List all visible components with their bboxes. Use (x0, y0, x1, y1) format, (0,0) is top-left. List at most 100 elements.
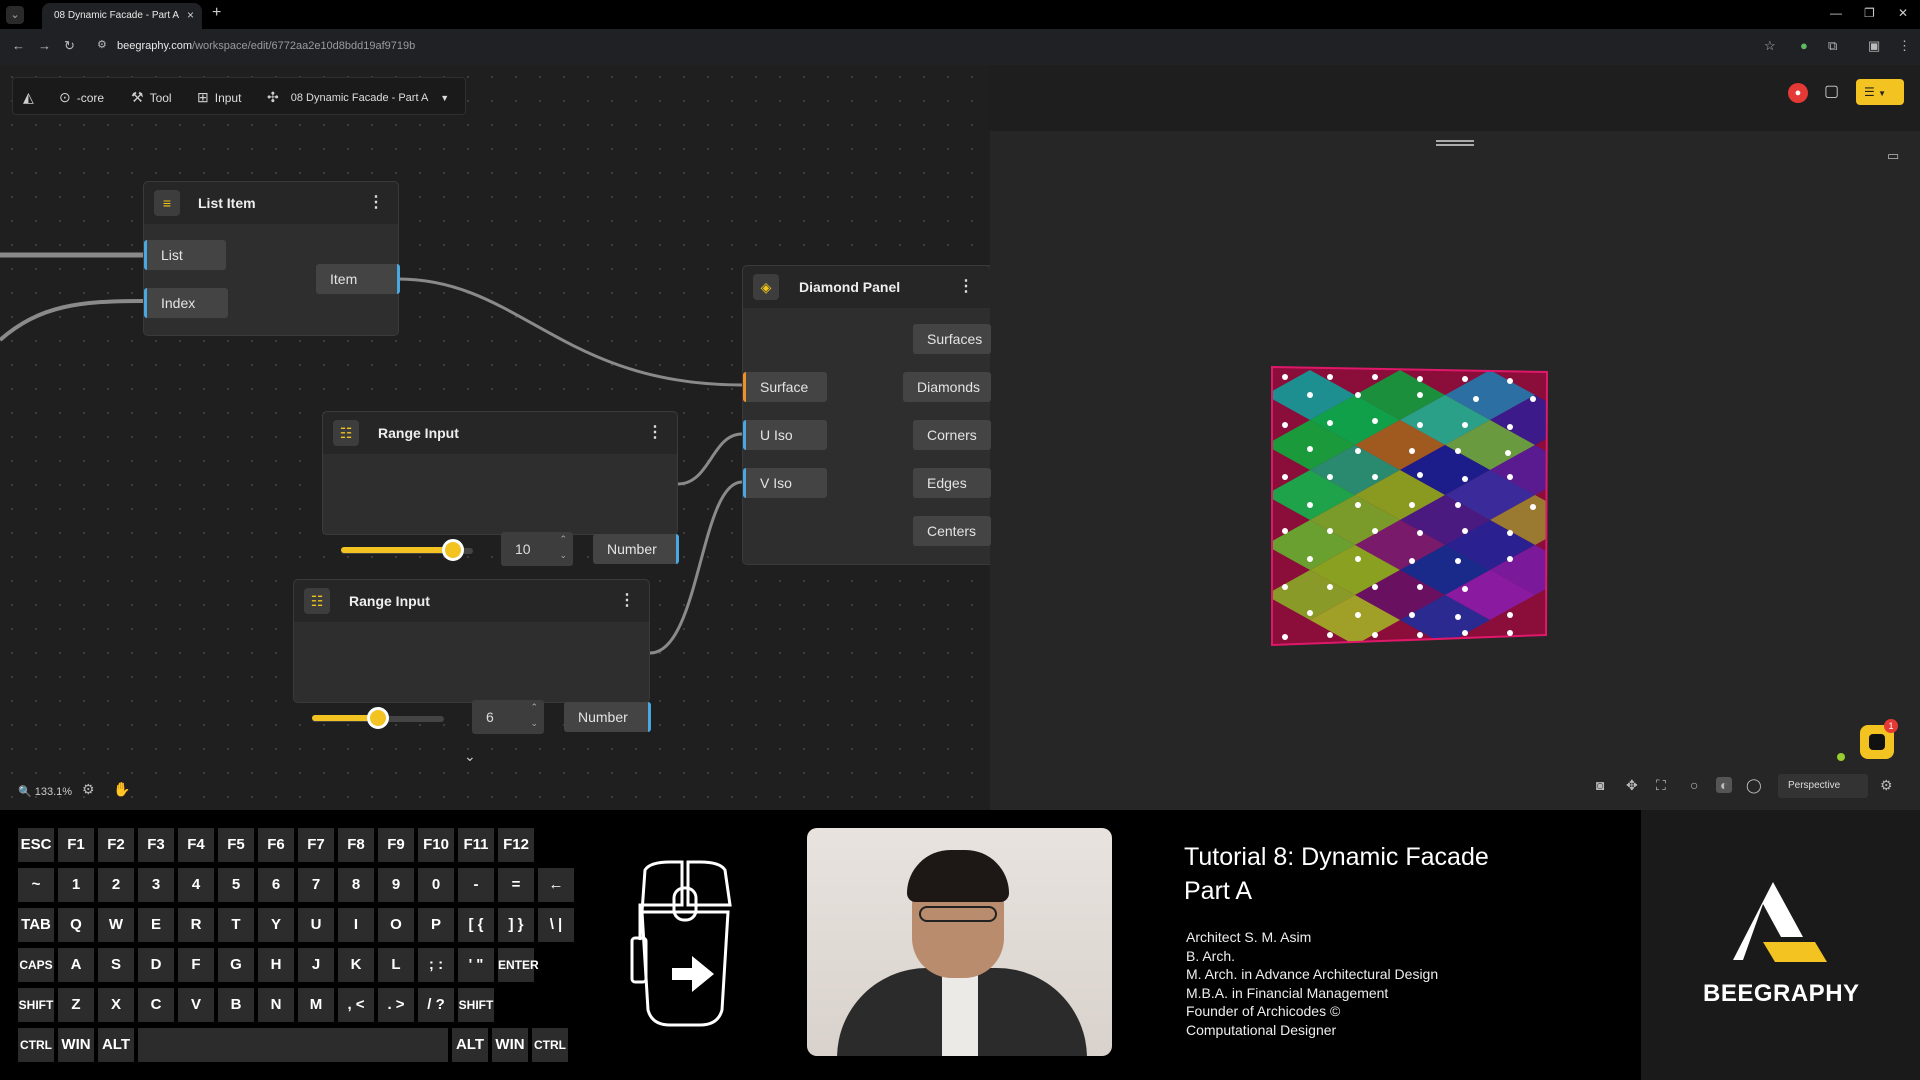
presenter-hair (907, 850, 1009, 902)
node-list-item[interactable]: ≡ List Item ⋮ List Index Item (143, 181, 400, 336)
port-corners[interactable]: Corners (913, 420, 991, 450)
grammarly-icon[interactable]: ● (1800, 38, 1808, 53)
rendered-icon[interactable]: ◯ (1746, 777, 1762, 794)
fullscreen-icon[interactable]: ⛶ (1656, 777, 1666, 794)
chat-icon[interactable]: ▢ (1824, 81, 1839, 101)
key: / ? (418, 988, 454, 1022)
site-info-icon[interactable]: ⚙ (97, 38, 107, 51)
port-number[interactable]: Number (564, 702, 651, 732)
key: SHIFT (18, 988, 54, 1022)
node-menu-icon[interactable]: ⋮ (368, 192, 384, 212)
key: F8 (338, 828, 374, 862)
node-range-input[interactable]: ☷ Range Input ⋮ 6 ⌃ ⌄ Number ⌄ (293, 579, 651, 764)
port-diamonds[interactable]: Diamonds (903, 372, 991, 402)
key: E (138, 908, 174, 942)
node-range-input[interactable]: ☷ Range Input ⋮ 10 ⌃ ⌄ Number ⌄ (322, 411, 679, 596)
port-v-iso[interactable]: V Iso (743, 468, 827, 498)
pan-icon[interactable]: ✥ (1626, 777, 1638, 794)
sliders-icon: ☷ (333, 420, 359, 446)
expand-chevron-down-icon[interactable]: ⌄ (464, 748, 476, 765)
star-icon[interactable]: ☆ (1764, 38, 1776, 54)
key (138, 1028, 448, 1062)
reload-icon[interactable]: ↻ (64, 38, 75, 54)
key: 6 (258, 868, 294, 902)
node-diamond-panel[interactable]: ◈ Diamond Panel ⋮ Surface U Iso V Iso Su… (742, 265, 991, 565)
node-menu-icon[interactable]: ⋮ (958, 276, 974, 296)
extensions-icon[interactable]: ⧉ (1828, 38, 1837, 54)
node-title: Range Input (378, 425, 459, 441)
spin-down-icon[interactable]: ⌄ (530, 706, 538, 740)
key: [ { (458, 908, 494, 942)
node-title: Diamond Panel (799, 279, 901, 295)
zoom-value: 133.1% (34, 786, 73, 798)
key: CAPS (18, 948, 54, 982)
key: J (298, 948, 334, 982)
port-centers[interactable]: Centers (913, 516, 991, 546)
key: . > (378, 988, 414, 1022)
key: Z (58, 988, 94, 1022)
viewport-image-icon[interactable]: ▭ (1887, 148, 1899, 164)
forward-icon[interactable]: → (38, 38, 51, 53)
port-surfaces[interactable]: Surfaces (913, 324, 991, 354)
gear-icon[interactable]: ⚙ (1880, 777, 1893, 794)
url-input[interactable]: beegraphy.com/workspace/edit/6772aa2e10d… (117, 40, 415, 52)
port-edges[interactable]: Edges (913, 468, 991, 498)
wireframe-icon[interactable]: ○ (1690, 777, 1698, 793)
slider-thumb[interactable] (367, 707, 389, 729)
key: 0 (418, 868, 454, 902)
key: F11 (458, 828, 494, 862)
minimize-icon[interactable]: — (1830, 6, 1842, 20)
key: O (378, 908, 414, 942)
port-u-iso[interactable]: U Iso (743, 420, 827, 450)
node-menu-icon[interactable]: ⋮ (647, 422, 663, 442)
new-tab-plus-icon[interactable]: + (212, 4, 221, 22)
credit-line: Architect S. M. Asim (1186, 929, 1312, 945)
node-header: ☷ Range Input ⋮ (323, 412, 677, 454)
browser-tab[interactable]: 08 Dynamic Facade - Part A × (42, 3, 202, 29)
camera-icon[interactable]: ◙ (1596, 777, 1604, 793)
menu-icon[interactable]: ⋮ (1898, 38, 1911, 54)
number-input[interactable]: 6 ⌃ ⌄ (472, 700, 544, 734)
user-icon[interactable]: ● (1788, 83, 1808, 103)
key: R (178, 908, 214, 942)
spin-down-icon[interactable]: ⌄ (559, 538, 567, 572)
support-chat-button[interactable]: 1 (1860, 719, 1898, 759)
key: Y (258, 908, 294, 942)
viewport-resize-handle[interactable] (1436, 140, 1474, 146)
number-value: 6 (486, 709, 494, 725)
key: TAB (18, 908, 54, 942)
gear-icon[interactable]: ⚙ (82, 781, 95, 798)
hand-icon[interactable]: ✋ (113, 781, 130, 798)
number-input[interactable]: 10 ⌃ ⌄ (501, 532, 573, 566)
key: L (378, 948, 414, 982)
key: CTRL (18, 1028, 54, 1062)
view-mode-select[interactable]: Perspective (1778, 774, 1868, 798)
port-number[interactable]: Number (593, 534, 679, 564)
shaded-icon[interactable]: ◐ (1716, 777, 1733, 793)
node-header: ☷ Range Input ⋮ (294, 580, 649, 622)
key: ← (538, 868, 574, 902)
back-icon[interactable]: ← (12, 38, 25, 53)
zoom-level[interactable]: 🔍 133.1% (18, 785, 72, 798)
key: U (298, 908, 334, 942)
node-menu-icon[interactable]: ⋮ (619, 590, 635, 610)
node-header: ◈ Diamond Panel ⋮ (743, 266, 990, 308)
tab-close-icon[interactable]: × (187, 8, 194, 22)
port-surface[interactable]: Surface (743, 372, 827, 402)
window-close-icon[interactable]: ✕ (1898, 6, 1908, 20)
mouse-icon (630, 860, 732, 1027)
tab-list-chevron-down-icon[interactable]: ⌄ (6, 6, 24, 24)
key: ] } (498, 908, 534, 942)
layers-menu-button[interactable]: ☰ ▼ (1856, 79, 1904, 105)
axis-gizmo[interactable] (1837, 753, 1845, 761)
key: F5 (218, 828, 254, 862)
key: K (338, 948, 374, 982)
port-index[interactable]: Index (144, 288, 228, 318)
port-list[interactable]: List (144, 240, 226, 270)
key: 3 (138, 868, 174, 902)
profile-icon[interactable]: ▣ (1868, 38, 1880, 54)
key: F4 (178, 828, 214, 862)
port-item[interactable]: Item (316, 264, 400, 294)
key: W (98, 908, 134, 942)
restore-icon[interactable]: ❐ (1864, 6, 1875, 20)
